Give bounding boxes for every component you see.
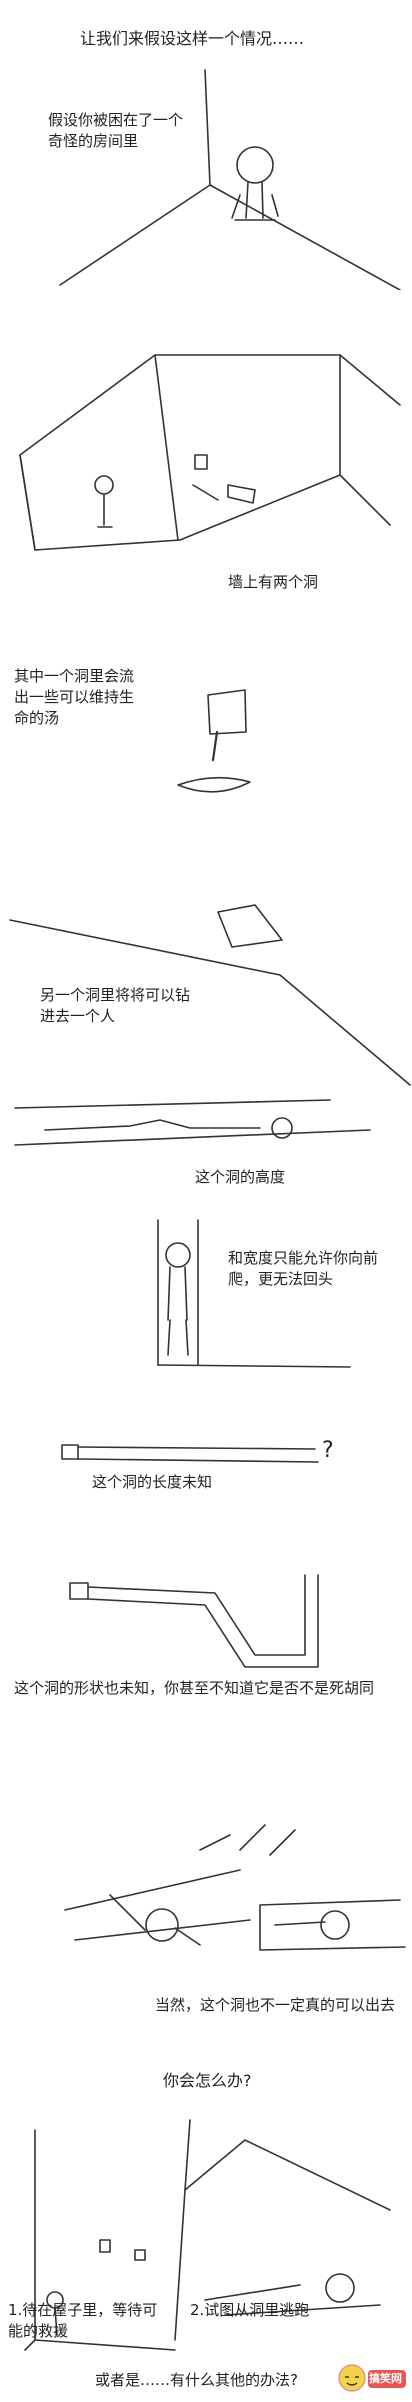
panel-soup-hole: 其中一个洞里会流出一些可以维持生命的汤 (0, 660, 412, 840)
hole-small-icon (99, 2239, 111, 2253)
option-escape-text: 2.试图从洞里逃跑 (190, 2301, 310, 2319)
panel-hole-width-text: 和宽度只能允许你向前爬，更无法回头 (228, 1249, 379, 1288)
panel-two-holes: 墙上有两个洞 (0, 335, 412, 635)
hole-entrance-icon (69, 1582, 89, 1600)
panel-options: 1.待在屋子里，等待可能的救援 2.试图从洞里逃跑 或者是……有什么其他的办法?… (0, 2100, 412, 2402)
head-icon (165, 1242, 191, 1268)
panel-two-holes-drawing (19, 354, 401, 551)
hole-entrance-icon (61, 1444, 79, 1460)
soup-hole-icon (207, 689, 247, 735)
panel-two-holes-text: 墙上有两个洞 (228, 573, 319, 591)
option-stay-text: 1.待在屋子里，等待可能的救援 (8, 2301, 158, 2340)
panel-hole-height: 这个洞的高度 (0, 1090, 412, 1205)
panel-options-drawing (24, 2119, 391, 2351)
head-icon (94, 475, 114, 495)
panel-hole-height-text: 这个洞的高度 (195, 1168, 286, 1186)
closing-text: 或者是……有什么其他的办法? (95, 2371, 298, 2389)
panel-trapped-room: 假设你被困在了一个奇怪的房间里 (0, 60, 412, 290)
panel-hole-width: 和宽度只能允许你向前爬，更无法回头 (0, 1215, 412, 1385)
panel-no-exit-text: 当然，这个洞也不一定真的可以出去 (155, 1996, 396, 2014)
face-icon (320, 1910, 350, 1940)
intro-text: 让我们来假设这样一个情况…… (80, 29, 305, 48)
watermark-logo: 搞笑网 (336, 2360, 408, 2400)
panel-hole-length-text: 这个洞的长度未知 (92, 1473, 213, 1491)
face-icon (145, 1908, 179, 1942)
hole-large-icon (227, 484, 256, 504)
panel-trapped-room-text: 假设你被困在了一个奇怪的房间里 (48, 111, 184, 150)
panel-soup-hole-text: 其中一个洞里会流出一些可以维持生命的汤 (14, 667, 135, 727)
panel-no-exit: 当然，这个洞也不一定真的可以出去 (0, 1810, 412, 2030)
soup-bowl-icon (177, 776, 251, 793)
panel-hole-length: ? 这个洞的长度未知 (0, 1435, 412, 1525)
hole-small-icon (194, 454, 208, 470)
crawl-hole-icon (217, 904, 283, 948)
panel-crawl-hole: 另一个洞里将将可以钻进去一个人 (0, 885, 412, 1095)
watermark-text: 搞笑网 (369, 2372, 402, 2385)
head-icon (325, 2273, 355, 2303)
panel-hole-shape-drawing (69, 1574, 319, 1668)
panel-hole-shape: 这个洞的形状也未知，你甚至不知道它是否不是死胡同 (0, 1565, 412, 1775)
head-icon (271, 1117, 293, 1139)
panel-hole-width-drawing (157, 1219, 351, 1368)
panel-hole-shape-text: 这个洞的形状也未知，你甚至不知道它是否不是死胡同 (14, 1679, 375, 1697)
head-icon (236, 146, 274, 184)
hole-large-icon (134, 2249, 146, 2261)
panel-crawl-hole-text: 另一个洞里将将可以钻进去一个人 (40, 986, 191, 1025)
panel-trapped-room-drawing (59, 69, 401, 290)
question-text: 你会怎么办? (163, 2071, 252, 2090)
question-mark: ? (322, 1438, 334, 1463)
